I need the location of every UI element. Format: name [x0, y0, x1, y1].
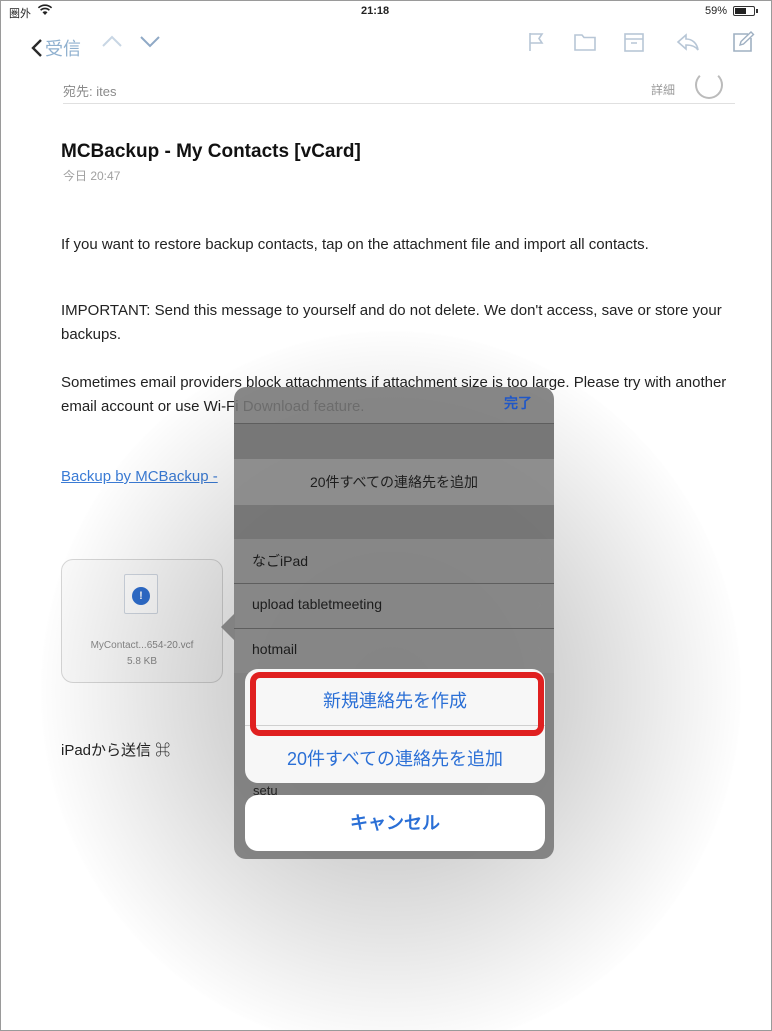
chevron-right-icon: ›: [536, 639, 542, 659]
list-item[interactable]: なごiPad ›: [234, 539, 554, 583]
cancel-button[interactable]: キャンセル: [245, 795, 545, 851]
list-item[interactable]: upload tabletmeeting ›: [234, 584, 554, 628]
reply-button[interactable]: [675, 31, 701, 58]
status-bar: 圏外 21:18 59%: [1, 1, 771, 23]
battery-percent: 59%: [705, 5, 728, 17]
attachment-size: 5.8 KB: [126, 656, 158, 667]
body-paragraph: IMPORTANT: Send this message to yourself…: [61, 302, 722, 343]
body-paragraph: If you want to restore backup contacts, …: [61, 236, 649, 253]
mail-subject: MCBackup - My Contacts [vCard]: [61, 141, 361, 162]
to-value: ites: [96, 84, 117, 99]
details-link[interactable]: 詳細: [651, 81, 675, 98]
contacts-popover: 完了 20件すべての連絡先を追加 なごiPad › upload tabletm…: [234, 387, 554, 859]
add-all-contacts-button[interactable]: 20件すべての連絡先を追加: [234, 459, 554, 505]
next-message-button[interactable]: [139, 33, 161, 54]
list-item-label: なごiPad: [252, 553, 309, 569]
compose-button[interactable]: [731, 31, 755, 58]
carrier-label: 圏外: [9, 8, 31, 20]
popover-band: [234, 424, 554, 459]
highlight-outline: [250, 672, 544, 736]
chevron-right-icon: ›: [536, 549, 542, 569]
popover-arrow: [221, 613, 235, 641]
wifi-icon: [37, 3, 53, 20]
flag-icon: [529, 33, 544, 51]
to-label: 宛先:: [63, 84, 93, 99]
list-item-label: hotmail: [252, 641, 298, 657]
move-to-folder-button[interactable]: [573, 31, 597, 58]
signature: iPadから送信 ⌘: [61, 742, 171, 759]
mail-date: 今日 20:47: [63, 169, 121, 183]
folder-icon: [574, 34, 596, 51]
mail-window: 圏外 21:18 59% 受信 宛先: ites 詳細 MCBackup - M…: [0, 0, 772, 1031]
header-divider: [63, 103, 735, 104]
archive-icon: [624, 33, 644, 52]
attachment-filename: MyContact...654-20.vcf: [90, 640, 194, 651]
recipient-line: 宛先: ites: [63, 81, 116, 100]
chevron-up-icon: [102, 35, 122, 47]
popover-band: [234, 505, 554, 539]
flag-button[interactable]: [527, 31, 547, 58]
chevron-left-icon: [31, 38, 43, 59]
add-all-contacts-sheet-button[interactable]: 20件すべての連絡先を追加: [245, 745, 545, 771]
done-button[interactable]: 完了: [504, 393, 532, 413]
back-button[interactable]: 受信: [31, 35, 81, 61]
archive-button[interactable]: [623, 31, 645, 58]
vcf-attachment[interactable]: ! MyContact...654-20.vcf 5.8 KB: [61, 559, 223, 683]
backup-link[interactable]: Backup by MCBackup -: [61, 468, 218, 485]
vcard-file-icon: !: [124, 574, 158, 614]
clock: 21:18: [361, 5, 390, 17]
reply-icon: [676, 33, 699, 51]
list-item[interactable]: hotmail ›: [234, 629, 554, 673]
previous-message-button[interactable]: [101, 33, 123, 54]
battery-tip: [756, 9, 758, 13]
compose-icon: [733, 31, 755, 52]
back-label: 受信: [45, 39, 81, 59]
battery-icon: [733, 6, 755, 16]
list-item-label: upload tabletmeeting: [252, 596, 382, 612]
chevron-right-icon: ›: [536, 594, 542, 614]
chevron-down-icon: [140, 36, 160, 48]
sender-avatar[interactable]: [695, 71, 723, 99]
